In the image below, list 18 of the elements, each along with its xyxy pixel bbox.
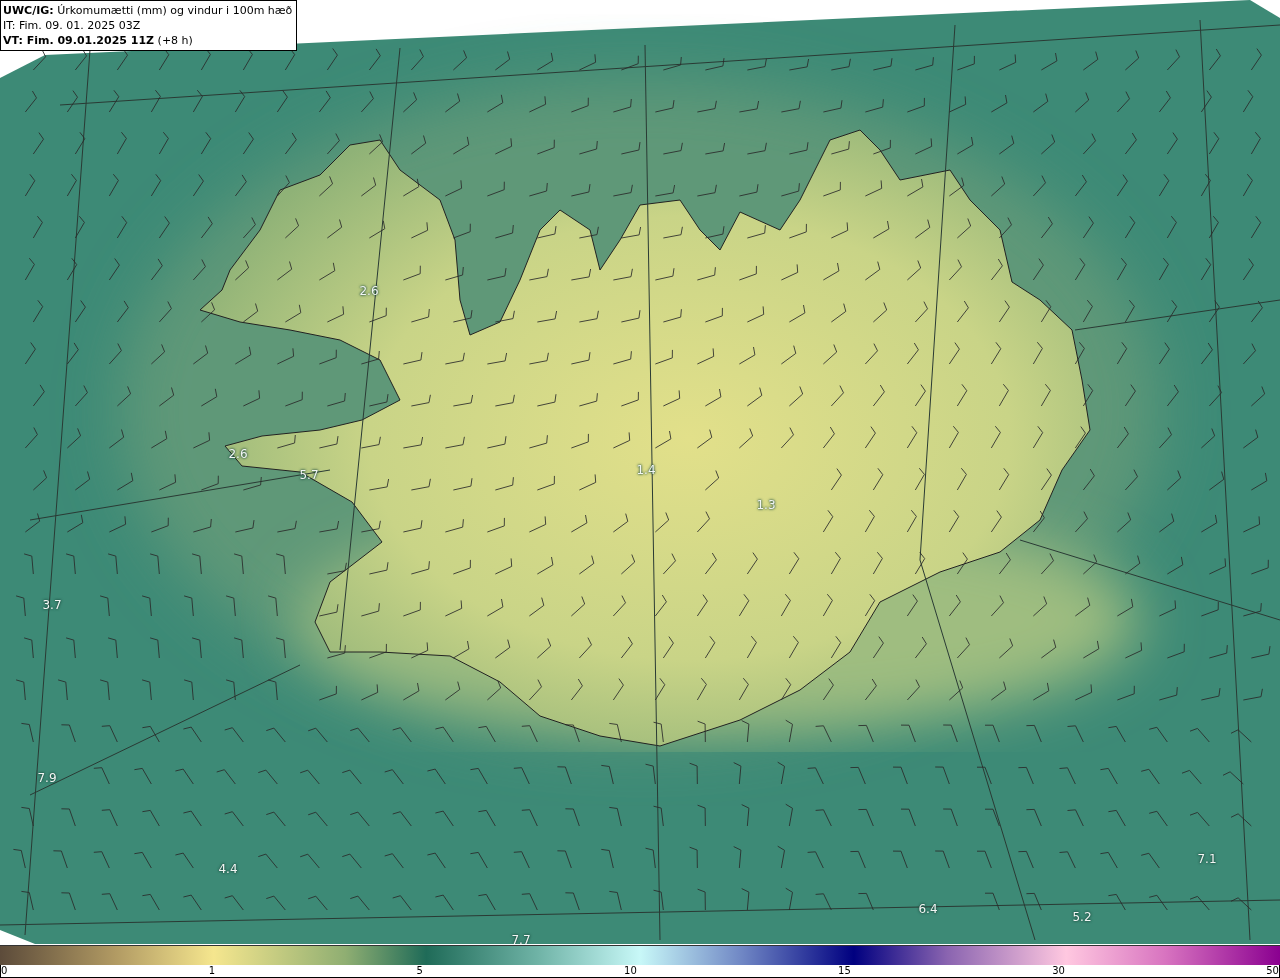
- valid-time: VT: Fim. 09.01.2025 11Z (+8 h): [3, 33, 194, 48]
- precipitation-value: 6.4: [918, 902, 938, 916]
- precipitation-value: 3.7: [42, 598, 62, 612]
- scale-tick-label: 10: [624, 965, 637, 977]
- precipitation-value: 7.7: [511, 933, 531, 945]
- scale-tick-label: 0: [1, 965, 8, 977]
- precipitation-value: 7.9: [37, 771, 57, 785]
- scale-tick-label: 15: [838, 965, 851, 977]
- precipitation-value: 4.4: [218, 862, 238, 876]
- scale-tick-label: 5: [416, 965, 423, 977]
- scale-tick-label: 50: [1266, 965, 1279, 977]
- precipitation-value: 5.2: [1072, 910, 1092, 924]
- map-title: UWC/IG: Úrkomumætti (mm) og vindur i 100m hæð: [3, 3, 293, 18]
- precipitation-value: 7.1: [1197, 852, 1217, 866]
- scale-tick-label: 30: [1052, 965, 1065, 977]
- scale-tick-label: 1: [208, 965, 216, 977]
- issue-time: IT: Fim. 09. 01. 2025 03Z: [3, 18, 142, 33]
- precipitation-value: 1.3: [756, 498, 776, 512]
